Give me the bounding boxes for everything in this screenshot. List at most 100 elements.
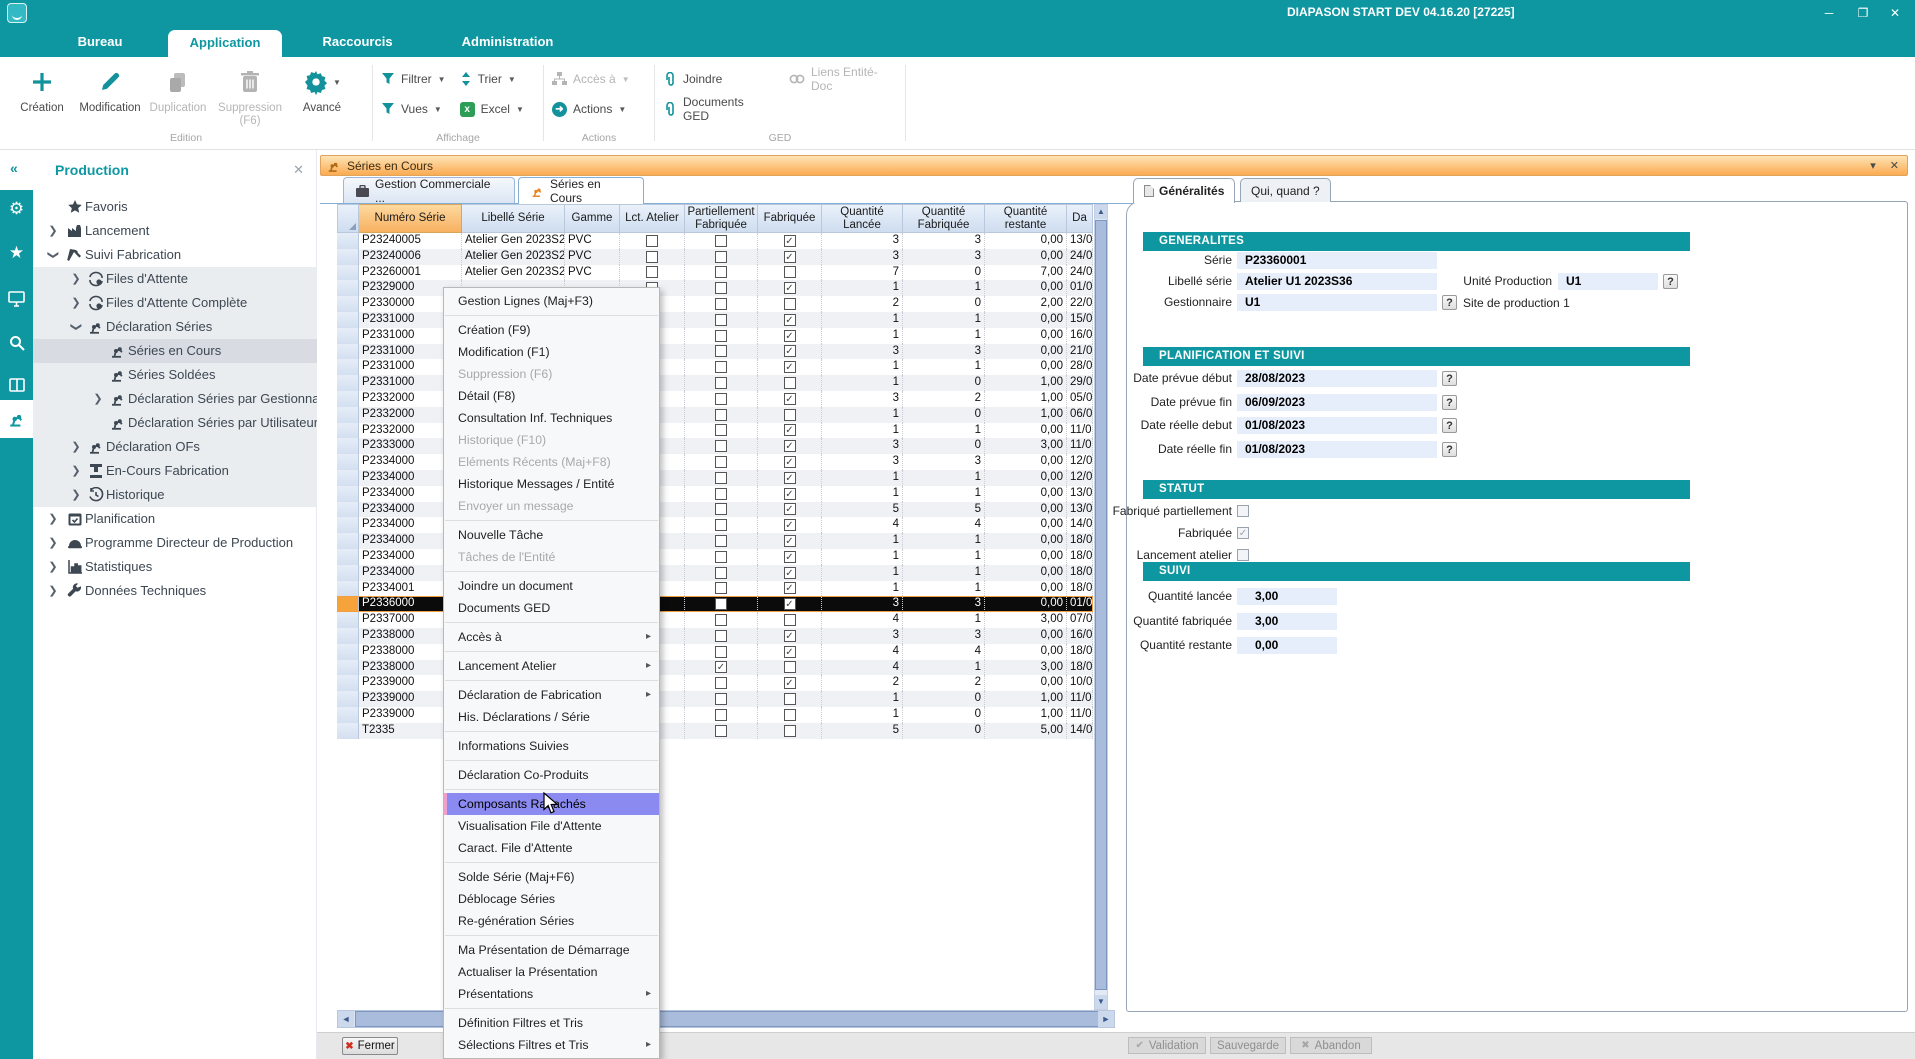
- chevron-right-icon[interactable]: ❯: [47, 507, 59, 531]
- checked-checkbox-icon[interactable]: ✓: [784, 519, 796, 531]
- checked-checkbox-icon[interactable]: ✓: [784, 488, 796, 500]
- filtrer-button[interactable]: Filtrer ▼: [381, 69, 446, 89]
- context-menu-item[interactable]: Détail (F8): [444, 385, 659, 407]
- chevron-right-icon[interactable]: ❯: [47, 219, 59, 243]
- unchecked-checkbox-icon[interactable]: [715, 677, 727, 689]
- unchecked-checkbox-icon[interactable]: [715, 472, 727, 484]
- menu-bureau[interactable]: Bureau: [55, 26, 145, 57]
- checked-checkbox-icon[interactable]: ✓: [784, 551, 796, 563]
- column-header[interactable]: Quantité Lancée: [822, 204, 903, 233]
- suppression-button[interactable]: Suppression (F6): [212, 61, 288, 128]
- checked-checkbox-icon[interactable]: ✓: [784, 456, 796, 468]
- checked-checkbox-icon[interactable]: ✓: [784, 282, 796, 294]
- help-button[interactable]: ?: [1663, 274, 1678, 289]
- checked-checkbox-icon[interactable]: ✓: [715, 661, 727, 673]
- context-menu-item[interactable]: Modification (F1): [444, 341, 659, 363]
- validation-button[interactable]: ✔ Validation: [1128, 1037, 1206, 1054]
- table-row[interactable]: P23260001Atelier Gen 2023S26PVC707,0024/…: [337, 265, 1093, 281]
- chevron-right-icon[interactable]: ❯: [47, 579, 59, 603]
- chevron-down-icon[interactable]: ❯: [41, 249, 65, 261]
- unchecked-checkbox-icon[interactable]: [715, 519, 727, 531]
- acces-a-button[interactable]: Accès à ▼: [552, 69, 630, 89]
- tree-item[interactable]: ❯Déclaration Séries: [33, 315, 317, 339]
- unchecked-checkbox-icon[interactable]: [715, 567, 727, 579]
- checked-checkbox-icon[interactable]: ✓: [784, 582, 796, 594]
- tab-generalites[interactable]: Généralités: [1133, 178, 1235, 203]
- tree-item[interactable]: ❯Déclaration Séries par Gestionnaire: [33, 387, 317, 411]
- context-menu-item[interactable]: Actualiser la Présentation: [444, 961, 659, 983]
- unchecked-checkbox-icon[interactable]: [646, 266, 658, 278]
- context-menu-item[interactable]: Gestion Lignes (Maj+F3): [444, 290, 659, 312]
- chevron-right-icon[interactable]: ❯: [70, 267, 82, 291]
- unchecked-checkbox-icon[interactable]: [715, 345, 727, 357]
- unchecked-checkbox-icon[interactable]: [715, 440, 727, 452]
- checked-checkbox-icon[interactable]: ✓: [784, 361, 796, 373]
- column-header[interactable]: Da: [1067, 204, 1093, 233]
- unchecked-checkbox-icon[interactable]: [715, 725, 727, 737]
- libelle-serie-field[interactable]: Atelier U1 2023S36: [1237, 273, 1437, 290]
- row-selector[interactable]: [337, 581, 359, 597]
- checked-checkbox-icon[interactable]: ✓: [784, 345, 796, 357]
- serie-field[interactable]: P23360001: [1237, 252, 1437, 269]
- collapse-sidebar-button[interactable]: «: [10, 160, 16, 176]
- checked-checkbox-icon[interactable]: ✓: [784, 314, 796, 326]
- checked-checkbox-icon[interactable]: ✓: [784, 235, 796, 247]
- row-selector[interactable]: [337, 644, 359, 660]
- column-header[interactable]: Quantité restante: [985, 204, 1067, 233]
- row-selector[interactable]: [337, 344, 359, 360]
- mdi-menu-caret-icon[interactable]: ▾: [1870, 159, 1876, 172]
- planif-date-field[interactable]: 01/08/2023: [1237, 417, 1437, 434]
- column-header[interactable]: Lct. Atelier: [620, 204, 685, 233]
- unchecked-checkbox-icon[interactable]: [1237, 549, 1249, 561]
- joindre-button[interactable]: Joindre: [663, 69, 771, 89]
- creation-button[interactable]: Création: [8, 61, 76, 115]
- monitor-icon[interactable]: [0, 282, 33, 316]
- checked-checkbox-icon[interactable]: ✓: [784, 646, 796, 658]
- chevron-right-icon[interactable]: ❯: [70, 291, 82, 315]
- documents-ged-button[interactable]: Documents GED: [663, 99, 771, 119]
- row-selector[interactable]: [337, 691, 359, 707]
- favorites-star-icon[interactable]: ★: [0, 236, 33, 270]
- unchecked-checkbox-icon[interactable]: [715, 456, 727, 468]
- tree-item[interactable]: ❯Programme Directeur de Production: [33, 531, 317, 555]
- unchecked-checkbox-icon[interactable]: [784, 266, 796, 278]
- context-menu-item[interactable]: Présentations▸: [444, 983, 659, 1005]
- unchecked-checkbox-icon[interactable]: [784, 298, 796, 310]
- unchecked-checkbox-icon[interactable]: [715, 251, 727, 263]
- row-selector[interactable]: [337, 249, 359, 265]
- unchecked-checkbox-icon[interactable]: [715, 551, 727, 563]
- context-menu-item[interactable]: Définition Filtres et Tris: [444, 1012, 659, 1034]
- row-selector[interactable]: [337, 612, 359, 628]
- row-selector[interactable]: [337, 438, 359, 454]
- unchecked-checkbox-icon[interactable]: [715, 361, 727, 373]
- scroll-left-icon[interactable]: ◄: [338, 1011, 354, 1027]
- unchecked-checkbox-icon[interactable]: [715, 693, 727, 705]
- menu-raccourcis[interactable]: Raccourcis: [310, 26, 405, 57]
- tree-item[interactable]: Séries en Cours: [33, 339, 317, 363]
- row-selector[interactable]: [337, 359, 359, 375]
- tab-qui-quand[interactable]: Qui, quand ?: [1240, 178, 1331, 202]
- chevron-down-icon[interactable]: ❯: [64, 321, 88, 333]
- tree-item[interactable]: ❯Suivi Fabrication: [33, 243, 317, 267]
- sidebar-close-icon[interactable]: ✕: [293, 162, 304, 178]
- chevron-right-icon[interactable]: ❯: [47, 531, 59, 555]
- trier-button[interactable]: Trier ▼: [460, 69, 524, 89]
- tree-item[interactable]: ❯Files d'Attente Complète: [33, 291, 317, 315]
- unchecked-checkbox-icon[interactable]: [715, 488, 727, 500]
- row-selector[interactable]: [337, 375, 359, 391]
- fermer-button[interactable]: ✖ Fermer: [342, 1037, 398, 1055]
- context-menu-item[interactable]: Déclaration de Fabrication▸: [444, 684, 659, 706]
- context-menu-item[interactable]: Re-génération Séries: [444, 910, 659, 932]
- checked-checkbox-icon[interactable]: ✓: [784, 630, 796, 642]
- row-selector[interactable]: [337, 517, 359, 533]
- help-button[interactable]: ?: [1442, 442, 1457, 457]
- unchecked-checkbox-icon[interactable]: [784, 377, 796, 389]
- help-button[interactable]: ?: [1442, 418, 1457, 433]
- tree-item[interactable]: ❯Lancement: [33, 219, 317, 243]
- unchecked-checkbox-icon[interactable]: [715, 266, 727, 278]
- abandon-button[interactable]: ✖ Abandon: [1290, 1037, 1372, 1054]
- context-menu-item[interactable]: Sélections Filtres et Tris▸: [444, 1034, 659, 1056]
- context-menu-item[interactable]: Eléments Récents (Maj+F8): [444, 451, 659, 473]
- chevron-right-icon[interactable]: ❯: [70, 435, 82, 459]
- checked-checkbox-icon[interactable]: ✓: [784, 424, 796, 436]
